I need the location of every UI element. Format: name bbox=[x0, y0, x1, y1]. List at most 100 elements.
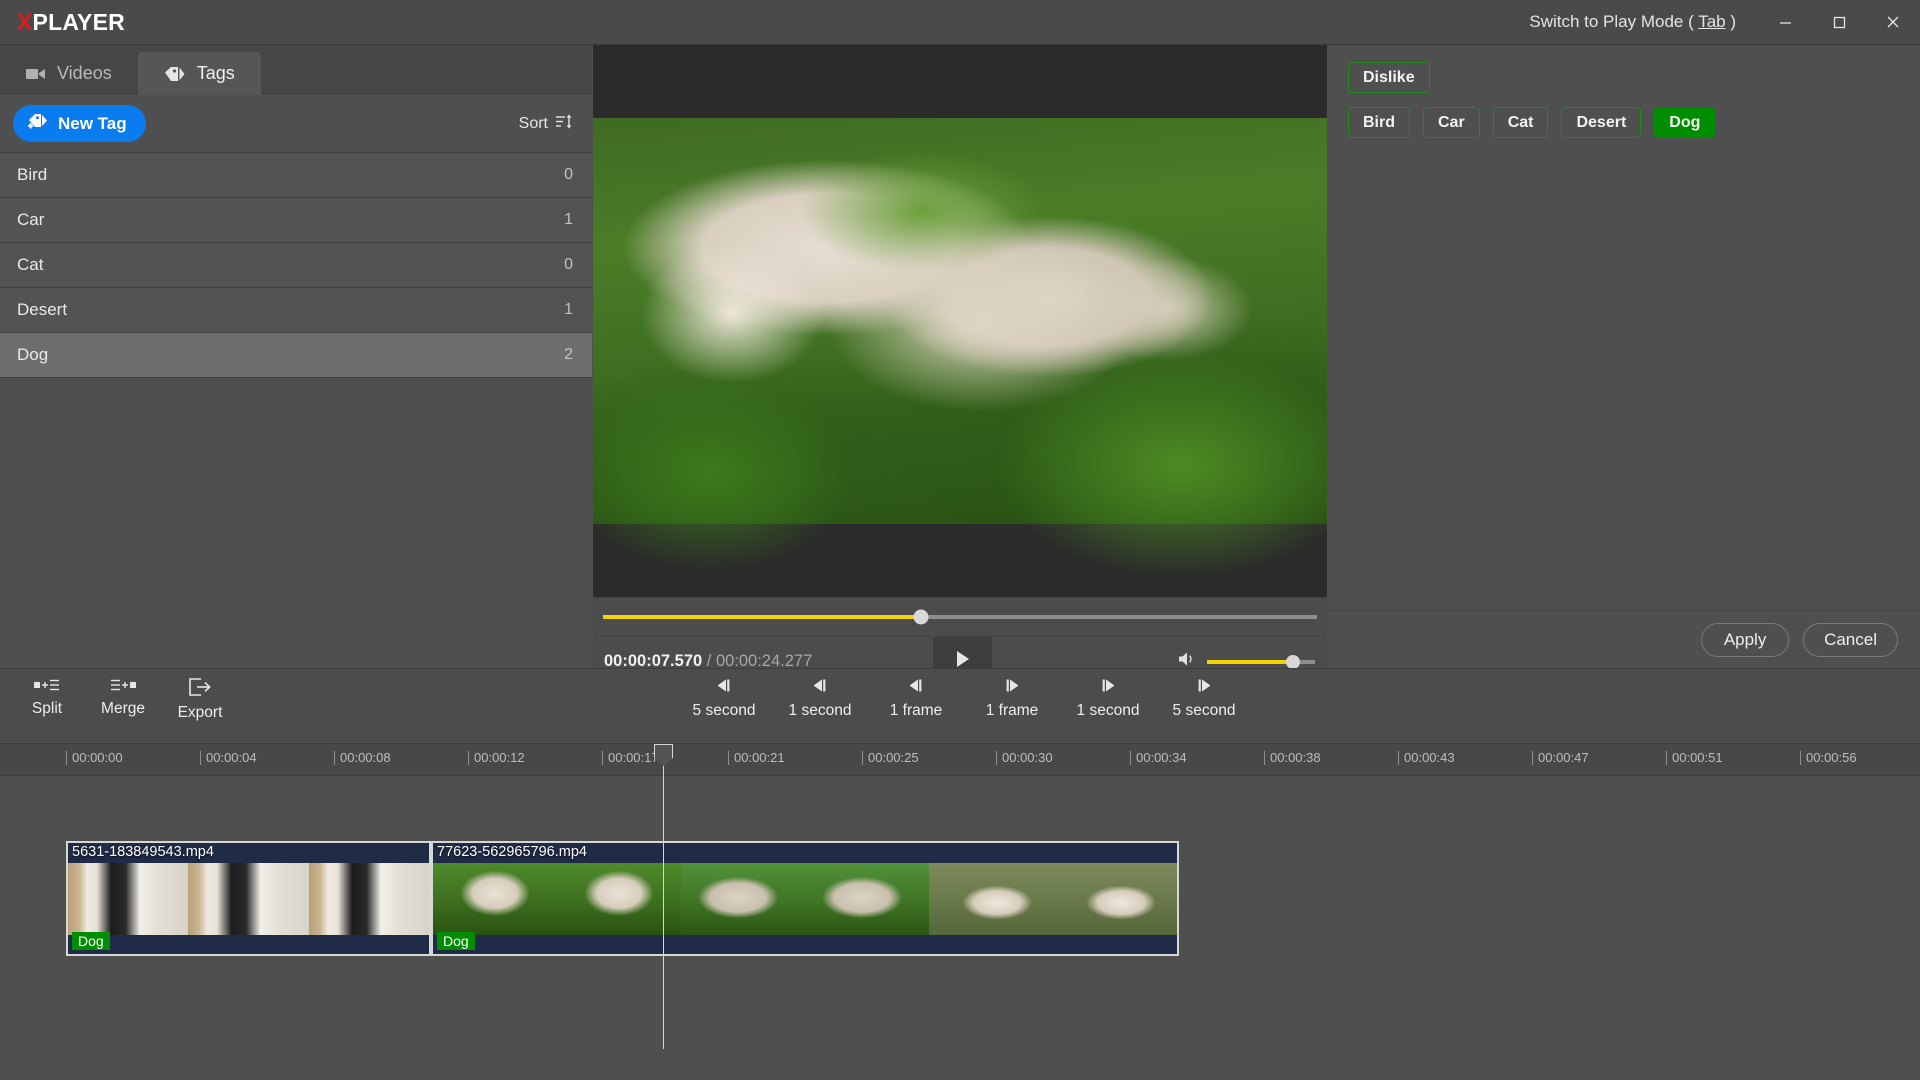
apply-button[interactable]: Apply bbox=[1701, 623, 1789, 657]
logo-x: X bbox=[17, 9, 33, 35]
volume-slider[interactable] bbox=[1207, 660, 1315, 664]
volume-handle[interactable] bbox=[1286, 655, 1300, 669]
switch-mode-key: Tab bbox=[1698, 12, 1725, 31]
step-forward-button[interactable]: 5 second bbox=[1156, 678, 1252, 720]
timeline-ruler[interactable]: 00:00:0000:00:0400:00:0800:00:1200:00:17… bbox=[0, 744, 1920, 776]
merge-button[interactable]: Merge bbox=[86, 678, 160, 718]
timeline: 00:00:0000:00:0400:00:0800:00:1200:00:17… bbox=[0, 744, 1920, 1080]
switch-mode-prefix: Switch to Play Mode ( bbox=[1529, 12, 1698, 31]
sort-button[interactable]: Sort bbox=[519, 114, 573, 134]
tag-chip[interactable]: Car bbox=[1423, 107, 1480, 138]
seek-fill bbox=[603, 615, 921, 619]
tick-label: 00:00:08 bbox=[340, 750, 391, 765]
tick-label: 00:00:12 bbox=[474, 750, 525, 765]
step-label: 1 frame bbox=[890, 702, 943, 720]
tag-list-item[interactable]: Bird0 bbox=[0, 153, 592, 198]
maximize-icon[interactable] bbox=[1812, 0, 1866, 45]
timeline-clip[interactable]: 5631-183849543.mp4Dog bbox=[66, 841, 431, 956]
ruler-tick: 00:00:08 bbox=[334, 750, 391, 765]
step-forward-button[interactable]: 1 frame bbox=[964, 678, 1060, 720]
sort-label: Sort bbox=[519, 115, 548, 133]
export-button[interactable]: Export bbox=[163, 678, 237, 722]
tag-name: Desert bbox=[17, 300, 67, 320]
tick-label: 00:00:30 bbox=[1002, 750, 1053, 765]
ruler-tick: 00:00:51 bbox=[1666, 750, 1723, 765]
step-back-button[interactable]: 1 frame bbox=[868, 678, 964, 720]
tag-list-item[interactable]: Desert1 bbox=[0, 288, 592, 333]
current-time: 00:00:07.570 bbox=[604, 652, 702, 670]
tick-label: 00:00:47 bbox=[1538, 750, 1589, 765]
clip-thumbnail bbox=[188, 863, 308, 935]
clip-thumbnails bbox=[433, 863, 1177, 935]
step-back-button[interactable]: 5 second bbox=[676, 678, 772, 720]
tag-chip[interactable]: Desert bbox=[1561, 107, 1641, 138]
minimize-icon[interactable] bbox=[1758, 0, 1812, 45]
ruler-tick: 00:00:30 bbox=[996, 750, 1053, 765]
tick-mark bbox=[602, 751, 603, 765]
step-label: 1 frame bbox=[986, 702, 1039, 720]
tab-videos[interactable]: Videos bbox=[0, 52, 138, 95]
video-player-panel: 00:00:07.570 / 00:00:24.277 bbox=[593, 45, 1327, 668]
step-forward-button[interactable]: 1 second bbox=[1060, 678, 1156, 720]
seek-bar[interactable] bbox=[603, 615, 1317, 619]
logo-player: PLAYER bbox=[33, 9, 125, 35]
clip-filename: 5631-183849543.mp4 bbox=[72, 844, 214, 860]
step-arrow-icon bbox=[1194, 678, 1214, 698]
tick-label: 00:00:21 bbox=[734, 750, 785, 765]
tag-chip-label: Cat bbox=[1508, 114, 1534, 132]
close-icon[interactable] bbox=[1866, 0, 1920, 45]
export-label: Export bbox=[178, 704, 223, 722]
timeline-track[interactable]: 5631-183849543.mp4Dog77623-562965796.mp4… bbox=[0, 776, 1920, 1080]
tag-count: 1 bbox=[564, 211, 573, 229]
ruler-tick: 00:00:21 bbox=[728, 750, 785, 765]
xplayer-window: XPLAYER Switch to Play Mode ( Tab ) Vide… bbox=[0, 0, 1920, 1080]
tag-chip-row: Bird Car Cat Desert Dog bbox=[1328, 93, 1920, 138]
ruler-tick: 00:00:12 bbox=[468, 750, 525, 765]
merge-icon bbox=[110, 678, 136, 697]
new-tag-button[interactable]: New Tag bbox=[13, 105, 146, 142]
switch-mode-suffix: ) bbox=[1726, 12, 1736, 31]
playhead[interactable] bbox=[663, 744, 664, 1049]
step-label: 5 second bbox=[1173, 702, 1236, 720]
ruler-tick: 00:00:38 bbox=[1264, 750, 1321, 765]
tick-mark bbox=[468, 751, 469, 765]
tag-chip[interactable]: Cat bbox=[1493, 107, 1549, 138]
tick-label: 00:00:00 bbox=[72, 750, 123, 765]
tag-assign-panel: Dislike Bird Car Cat Desert Dog Apply Cancel bbox=[1328, 45, 1920, 668]
tick-label: 00:00:51 bbox=[1672, 750, 1723, 765]
ruler-tick: 00:00:17 bbox=[602, 750, 659, 765]
clip-thumbnail bbox=[68, 863, 188, 935]
ruler-tick: 00:00:47 bbox=[1532, 750, 1589, 765]
clip-thumbnails bbox=[68, 863, 429, 935]
tick-mark bbox=[1398, 751, 1399, 765]
cancel-button[interactable]: Cancel bbox=[1803, 623, 1898, 657]
tag-list-item[interactable]: Car1 bbox=[0, 198, 592, 243]
dislike-chip[interactable]: Dislike bbox=[1348, 62, 1430, 93]
ruler-tick: 00:00:56 bbox=[1800, 750, 1857, 765]
tag-name: Dog bbox=[17, 345, 48, 365]
edit-toolbar: Split Merge Export 5 second 1 second 1 fra… bbox=[0, 668, 1920, 744]
switch-to-play-mode-button[interactable]: Switch to Play Mode ( Tab ) bbox=[1529, 12, 1758, 32]
step-arrow-icon bbox=[1098, 678, 1118, 698]
timeline-clip[interactable]: 77623-562965796.mp4Dog bbox=[431, 841, 1179, 956]
export-icon bbox=[188, 678, 212, 701]
video-stage[interactable] bbox=[593, 45, 1327, 597]
tab-tags[interactable]: Tags bbox=[138, 52, 261, 95]
ruler-tick: 00:00:43 bbox=[1398, 750, 1455, 765]
tick-mark bbox=[334, 751, 335, 765]
split-button[interactable]: Split bbox=[10, 678, 84, 718]
tick-mark bbox=[1532, 751, 1533, 765]
tag-list-item[interactable]: Cat0 bbox=[0, 243, 592, 288]
dislike-label: Dislike bbox=[1363, 69, 1415, 87]
tag-count: 2 bbox=[564, 346, 573, 364]
seek-handle[interactable] bbox=[913, 609, 928, 624]
step-label: 1 second bbox=[789, 702, 852, 720]
tag-name: Cat bbox=[17, 255, 43, 275]
tag-chip[interactable]: Bird bbox=[1348, 107, 1410, 138]
ruler-tick: 00:00:25 bbox=[862, 750, 919, 765]
tag-name: Bird bbox=[17, 165, 47, 185]
tag-chip[interactable]: Dog bbox=[1654, 107, 1715, 138]
tag-list-item[interactable]: Dog 2 bbox=[0, 333, 592, 378]
volume-fill bbox=[1207, 660, 1293, 664]
step-back-button[interactable]: 1 second bbox=[772, 678, 868, 720]
